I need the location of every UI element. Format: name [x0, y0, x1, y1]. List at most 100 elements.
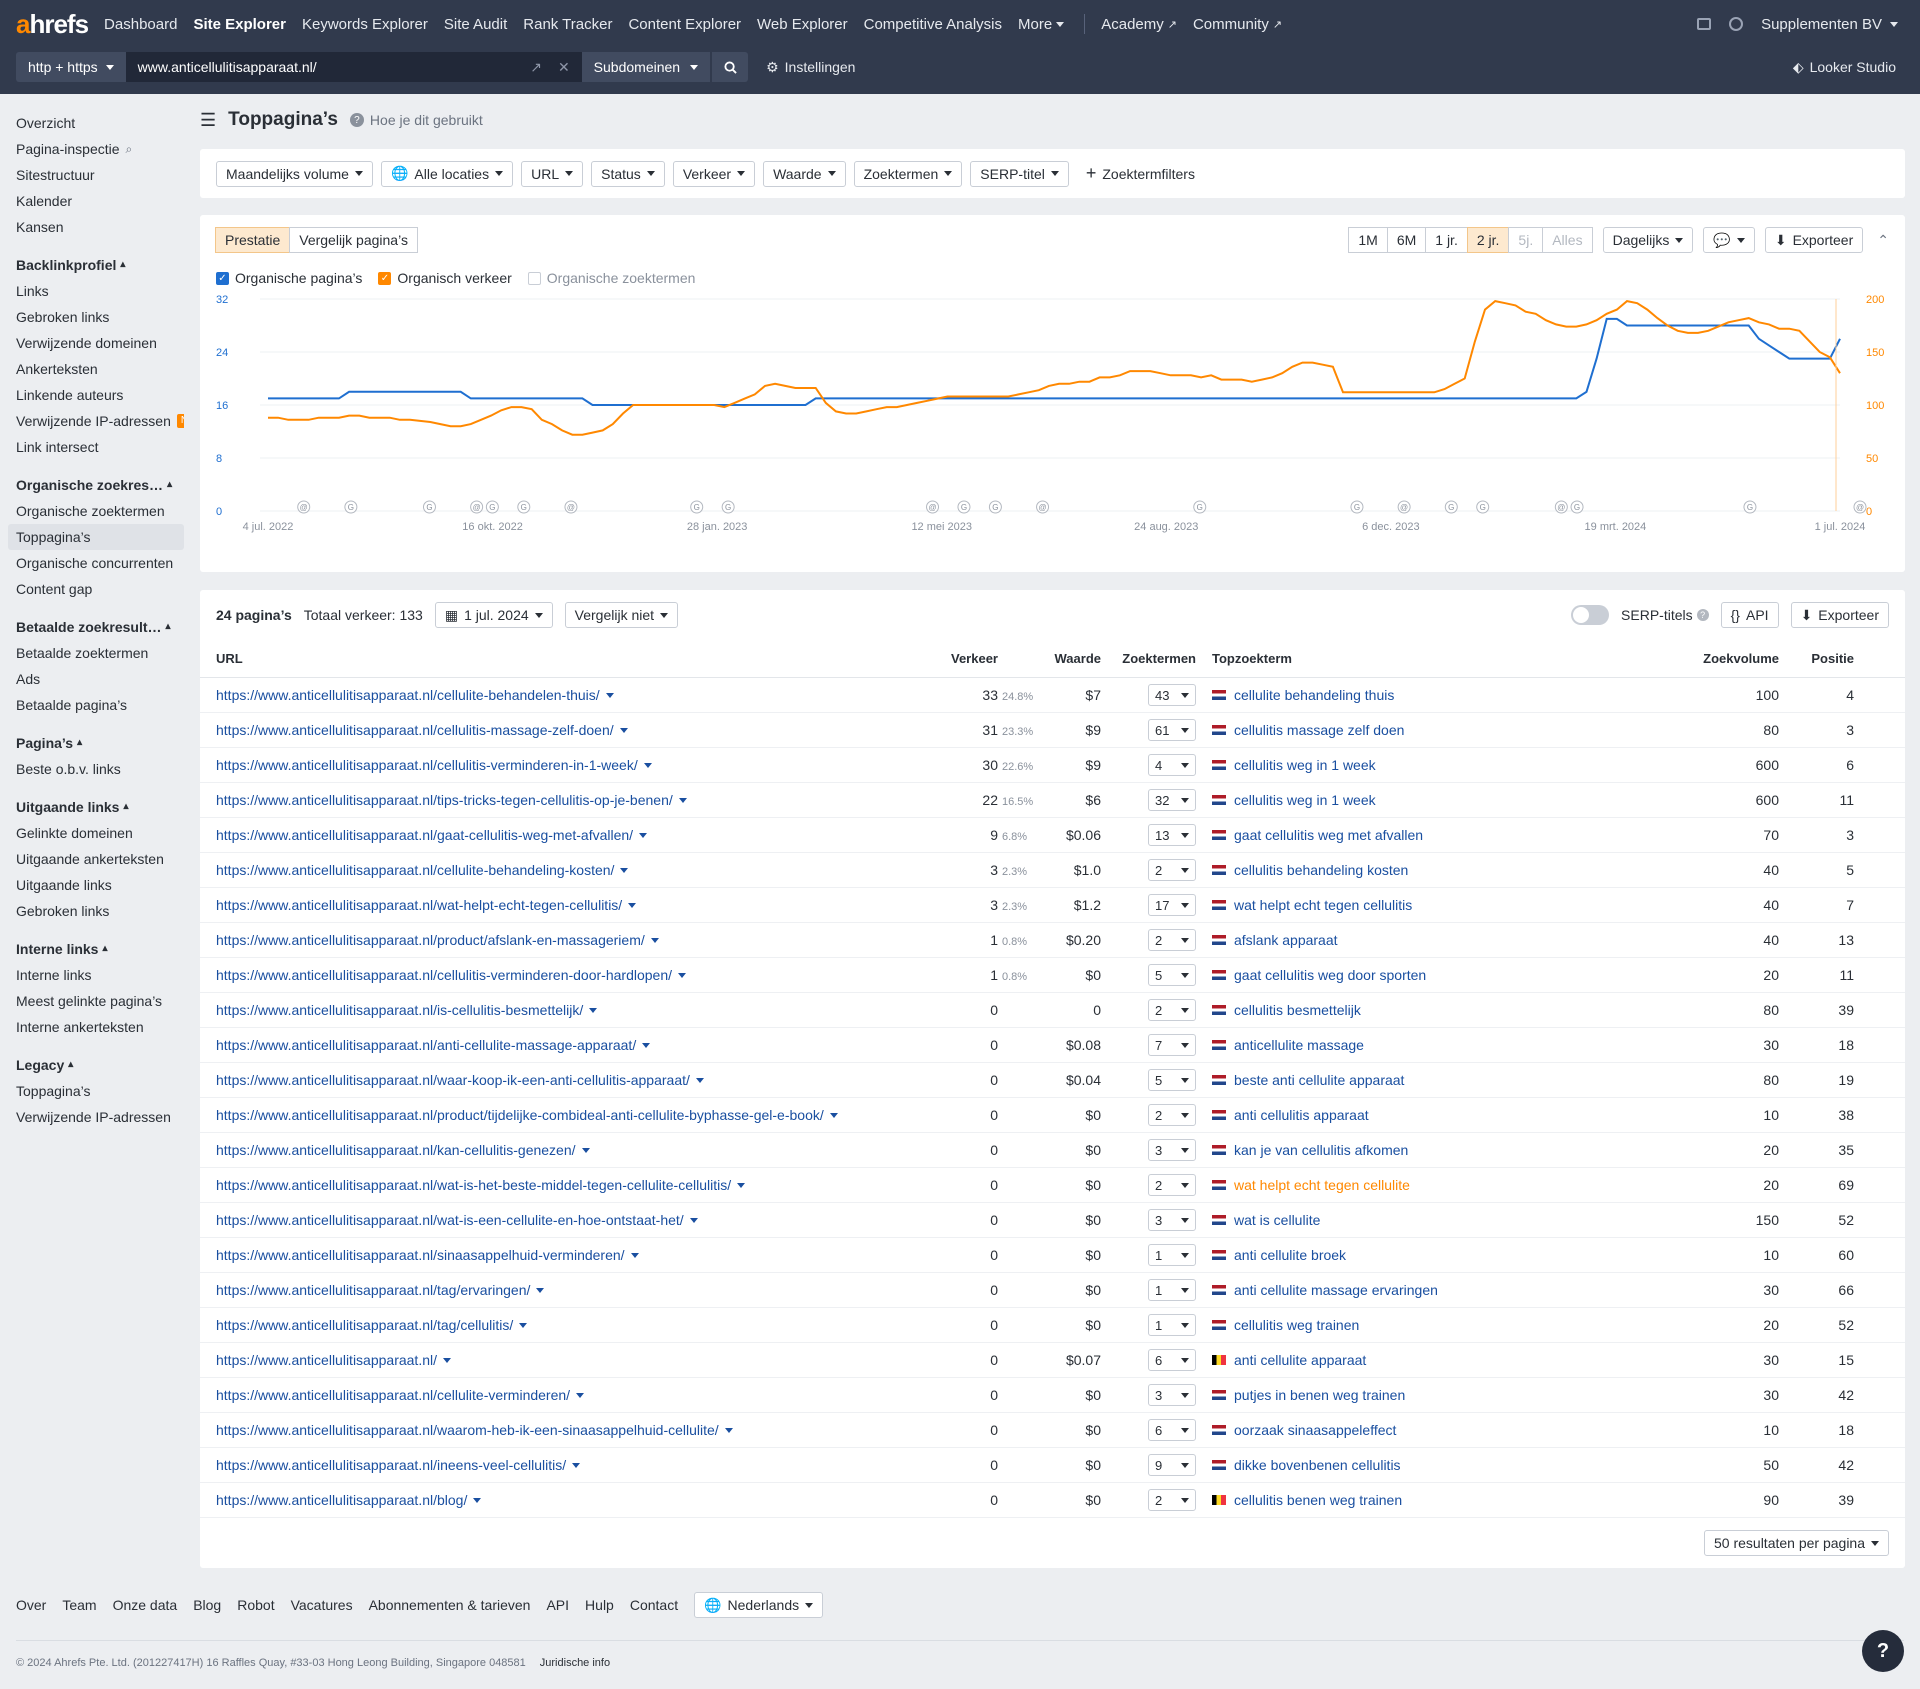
- legend-item-2[interactable]: Organische zoektermen: [527, 270, 695, 286]
- top-keyword-link[interactable]: gaat cellulitis weg met afvallen: [1196, 827, 1686, 843]
- ahrefs-logo[interactable]: a hrefs: [16, 9, 89, 40]
- page-url-link[interactable]: https://www.anticellulitisapparaat.nl/ce…: [216, 1387, 946, 1403]
- sidebar-item-14[interactable]: Organische zoektermen: [8, 498, 184, 524]
- collapse-icon[interactable]: ⌃: [1877, 232, 1889, 249]
- keywords-dropdown[interactable]: 3: [1148, 1384, 1196, 1406]
- account-menu[interactable]: Supplementen BV: [1761, 16, 1898, 33]
- top-keyword-link[interactable]: anti cellulite apparaat: [1196, 1352, 1686, 1368]
- top-keyword-link[interactable]: cellulitis besmettelijk: [1196, 1002, 1686, 1018]
- nav-academy[interactable]: Academy ↗: [1101, 16, 1177, 33]
- range-4[interactable]: 5j.: [1508, 227, 1544, 253]
- nav-community[interactable]: Community ↗: [1193, 16, 1282, 33]
- nav-competitive-analysis[interactable]: Competitive Analysis: [864, 16, 1002, 33]
- legend-item-0[interactable]: ✓ Organische pagina’s: [216, 270, 362, 286]
- col-position[interactable]: Positie: [1779, 651, 1854, 666]
- footer-link-5[interactable]: Vacatures: [291, 1597, 353, 1613]
- col-keywords[interactable]: Zoektermen: [1101, 651, 1196, 666]
- top-keyword-link[interactable]: beste anti cellulite apparaat: [1196, 1072, 1686, 1088]
- page-url-link[interactable]: https://www.anticellulitisapparaat.nl/pr…: [216, 932, 946, 948]
- footer-link-1[interactable]: Team: [62, 1597, 96, 1613]
- keywords-dropdown[interactable]: 1: [1148, 1279, 1196, 1301]
- filter-6[interactable]: Zoektermen: [853, 160, 963, 187]
- protocol-select[interactable]: http + https: [16, 52, 126, 82]
- range-1[interactable]: 6M: [1386, 227, 1427, 253]
- top-keyword-link[interactable]: putjes in benen weg trainen: [1196, 1387, 1686, 1403]
- page-url-link[interactable]: https://www.anticellulitisapparaat.nl/bl…: [216, 1492, 946, 1508]
- page-url-link[interactable]: https://www.anticellulitisapparaat.nl/in…: [216, 1457, 946, 1473]
- col-url[interactable]: URL: [216, 651, 946, 666]
- monitor-icon[interactable]: [1697, 18, 1712, 30]
- top-keyword-link[interactable]: cellulitis weg trainen: [1196, 1317, 1686, 1333]
- sidebar-item-31[interactable]: Meest gelinkte pagina’s: [8, 988, 184, 1014]
- filter-3[interactable]: Status: [591, 160, 665, 187]
- help-link[interactable]: ? Hoe je dit gebruikt: [349, 112, 483, 128]
- open-external-icon[interactable]: ↗: [530, 59, 542, 76]
- col-traffic[interactable]: Verkeer: [946, 651, 1036, 666]
- page-url-link[interactable]: https://www.anticellulitisapparaat.nl/ka…: [216, 1142, 946, 1158]
- sidebar-item-35[interactable]: Verwijzende IP-adressen: [8, 1104, 184, 1130]
- top-keyword-link[interactable]: oorzaak sinaasappeleffect: [1196, 1422, 1686, 1438]
- page-url-link[interactable]: https://www.anticellulitisapparaat.nl/ce…: [216, 687, 946, 703]
- keywords-dropdown[interactable]: 4: [1148, 754, 1196, 776]
- filter-2[interactable]: URL: [521, 160, 584, 187]
- sidebar-item-4[interactable]: Kansen: [8, 214, 184, 240]
- filter-0[interactable]: Maandelijks volume: [216, 160, 373, 187]
- top-keyword-link[interactable]: cellulitis benen weg trainen: [1196, 1492, 1686, 1508]
- page-url-link[interactable]: https://www.anticellulitisapparaat.nl/wa…: [216, 897, 946, 913]
- top-keyword-link[interactable]: wat helpt echt tegen cellulitis: [1196, 897, 1686, 913]
- sidebar-item-10[interactable]: Linkende auteurs: [8, 382, 184, 408]
- footer-link-0[interactable]: Over: [16, 1597, 46, 1613]
- sidebar-item-21[interactable]: Betaalde pagina’s: [8, 692, 184, 718]
- filter-5[interactable]: Waarde: [763, 160, 846, 187]
- keywords-dropdown[interactable]: 2: [1148, 1489, 1196, 1511]
- interval-select[interactable]: Dagelijks: [1602, 227, 1694, 253]
- sidebar-item-23[interactable]: Beste o.b.v. links: [8, 756, 184, 782]
- top-keyword-link[interactable]: anti cellulite massage ervaringen: [1196, 1282, 1686, 1298]
- col-value[interactable]: Waarde: [1036, 651, 1101, 666]
- page-url-link[interactable]: https://www.anticellulitisapparaat.nl/an…: [216, 1037, 946, 1053]
- top-keyword-link[interactable]: gaat cellulitis weg door sporten: [1196, 967, 1686, 983]
- keywords-dropdown[interactable]: 17: [1148, 894, 1196, 916]
- page-url-link[interactable]: https://www.anticellulitisapparaat.nl/ce…: [216, 967, 946, 983]
- sidebar-item-28[interactable]: Gebroken links: [8, 898, 184, 924]
- nav-rank-tracker[interactable]: Rank Tracker: [523, 16, 612, 33]
- per-page-select[interactable]: 50 resultaten per pagina: [1704, 1530, 1889, 1556]
- keywords-dropdown[interactable]: 43: [1148, 684, 1196, 706]
- keywords-dropdown[interactable]: 5: [1148, 1069, 1196, 1091]
- footer-link-2[interactable]: Onze data: [113, 1597, 178, 1613]
- sidebar-item-17[interactable]: Content gap: [8, 576, 184, 602]
- nav-keywords-explorer[interactable]: Keywords Explorer: [302, 16, 428, 33]
- sidebar-item-2[interactable]: Sitestructuur: [8, 162, 184, 188]
- sidebar-item-12[interactable]: Link intersect: [8, 434, 184, 460]
- page-url-link[interactable]: https://www.anticellulitisapparaat.nl/wa…: [216, 1072, 946, 1088]
- keywords-dropdown[interactable]: 2: [1148, 1174, 1196, 1196]
- api-button[interactable]: {} API: [1720, 602, 1779, 628]
- legal-link[interactable]: Juridische info: [540, 1657, 610, 1669]
- page-url-link[interactable]: https://www.anticellulitisapparaat.nl/wa…: [216, 1212, 946, 1228]
- keywords-dropdown[interactable]: 2: [1148, 1104, 1196, 1126]
- page-url-link[interactable]: https://www.anticellulitisapparaat.nl/ta…: [216, 1282, 946, 1298]
- footer-link-4[interactable]: Robot: [237, 1597, 274, 1613]
- date-picker[interactable]: ▦ 1 jul. 2024: [434, 602, 553, 628]
- sidebar-item-1[interactable]: Pagina-inspectie ⌕: [8, 136, 184, 162]
- keywords-dropdown[interactable]: 1: [1148, 1314, 1196, 1336]
- top-keyword-link[interactable]: anti cellulite broek: [1196, 1247, 1686, 1263]
- page-url-link[interactable]: https://www.anticellulitisapparaat.nl/: [216, 1352, 946, 1368]
- filter-7[interactable]: SERP-titel: [970, 160, 1069, 187]
- sidebar-item-8[interactable]: Verwijzende domeinen: [8, 330, 184, 356]
- keywords-dropdown[interactable]: 6: [1148, 1349, 1196, 1371]
- keywords-dropdown[interactable]: 9: [1148, 1454, 1196, 1476]
- top-keyword-link[interactable]: cellulite behandeling thuis: [1196, 687, 1686, 703]
- nav-content-explorer[interactable]: Content Explorer: [628, 16, 741, 33]
- keywords-dropdown[interactable]: 2: [1148, 999, 1196, 1021]
- nav-web-explorer[interactable]: Web Explorer: [757, 16, 848, 33]
- nav-site-audit[interactable]: Site Audit: [444, 16, 507, 33]
- page-url-link[interactable]: https://www.anticellulitisapparaat.nl/ta…: [216, 1317, 946, 1333]
- top-keyword-link[interactable]: wat helpt echt tegen cellulite: [1196, 1177, 1686, 1193]
- sidebar-item-6[interactable]: Links: [8, 278, 184, 304]
- filter-1[interactable]: 🌐 Alle locaties: [380, 160, 514, 187]
- page-url-link[interactable]: https://www.anticellulitisapparaat.nl/ce…: [216, 722, 946, 738]
- gauge-icon[interactable]: [1729, 17, 1744, 31]
- sidebar-section-18[interactable]: Betaalde zoekresult… ▴: [8, 614, 184, 640]
- add-keyword-filter-button[interactable]: + Zoektermfilters: [1076, 160, 1204, 187]
